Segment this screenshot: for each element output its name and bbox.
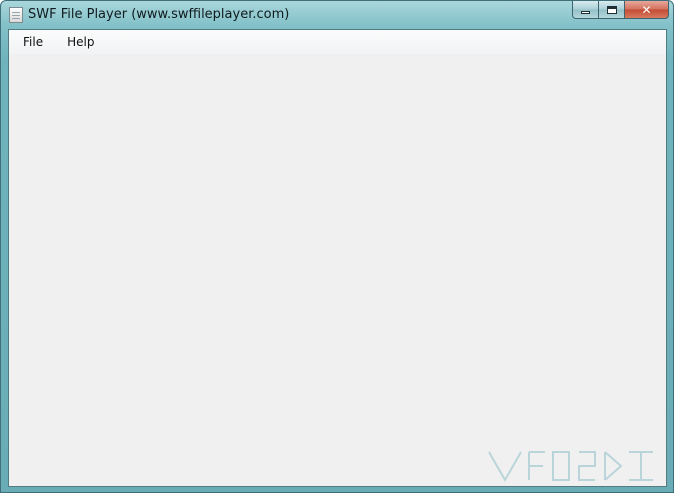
player-canvas[interactable] bbox=[9, 54, 666, 486]
caption-buttons: ✕ bbox=[572, 1, 669, 21]
watermark-logo bbox=[488, 451, 653, 483]
maximize-button[interactable] bbox=[599, 1, 625, 19]
minimize-icon bbox=[581, 11, 590, 14]
title-bar[interactable]: SWF File Player (www.swffileplayer.com) … bbox=[1, 1, 673, 29]
minimize-button[interactable] bbox=[572, 1, 599, 19]
document-icon[interactable] bbox=[9, 7, 23, 23]
client-area: File Help bbox=[8, 29, 667, 487]
app-window: SWF File Player (www.swffileplayer.com) … bbox=[0, 0, 674, 493]
maximize-icon bbox=[606, 5, 617, 14]
close-icon: ✕ bbox=[641, 2, 652, 17]
close-button[interactable]: ✕ bbox=[625, 1, 669, 19]
menu-bar: File Help bbox=[9, 30, 666, 54]
menu-file[interactable]: File bbox=[16, 32, 50, 52]
menu-help[interactable]: Help bbox=[60, 32, 101, 52]
window-title: SWF File Player (www.swffileplayer.com) bbox=[28, 7, 290, 22]
